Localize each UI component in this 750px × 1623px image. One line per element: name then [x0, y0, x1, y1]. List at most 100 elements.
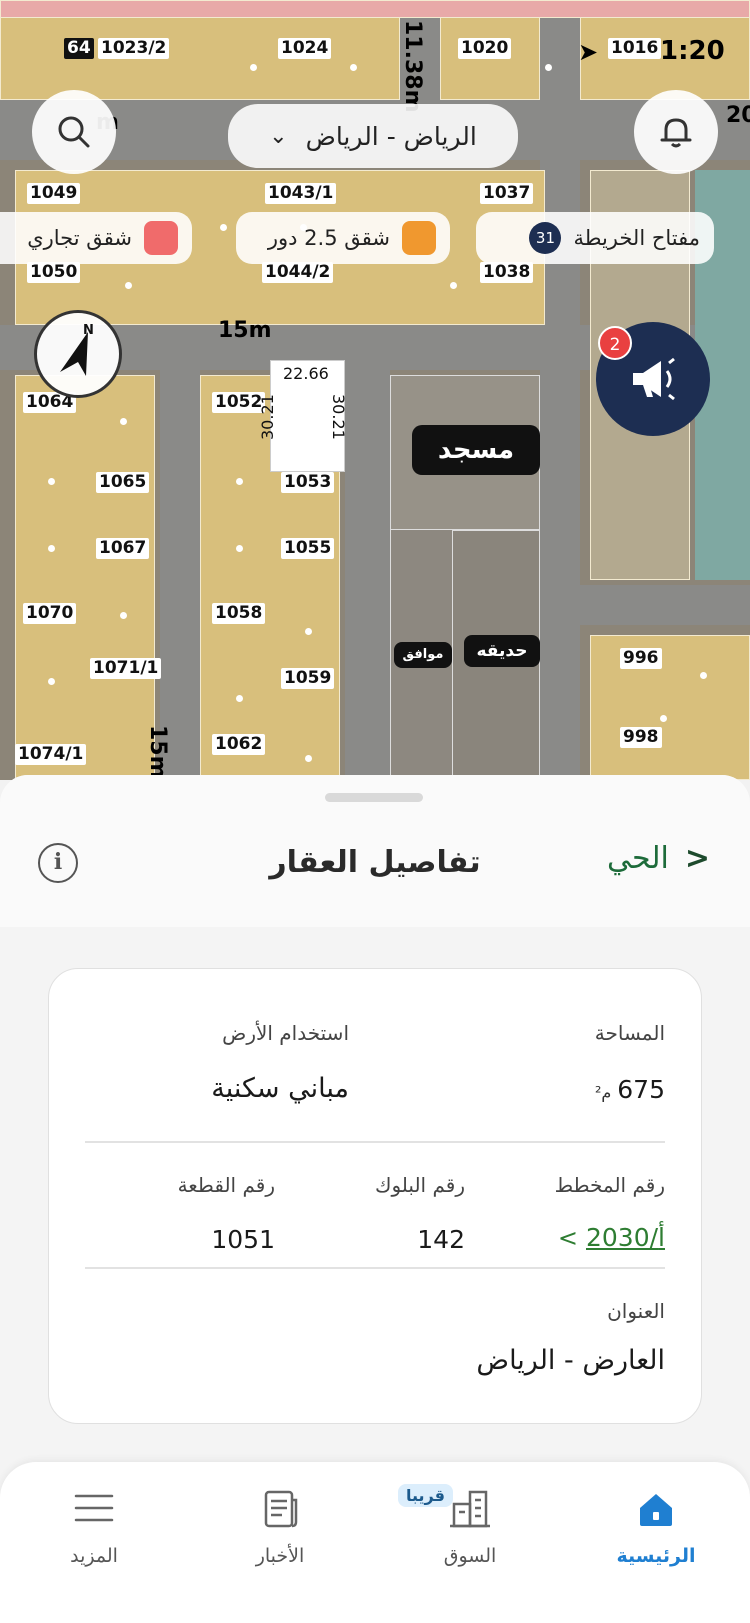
legend-item[interactable]: شقق 2.5 دور: [236, 212, 450, 264]
street-width-label: 15m: [145, 725, 170, 779]
lot-label[interactable]: 1055: [281, 538, 335, 559]
area-number: 675: [617, 1075, 665, 1104]
mosque-tag[interactable]: مسجد: [412, 425, 540, 475]
city-selector[interactable]: ⌄ الرياض - الرياض: [228, 104, 518, 168]
lot-centroid: [48, 678, 55, 685]
lot-label[interactable]: 1071/1: [90, 658, 162, 679]
lot-label[interactable]: 1050: [27, 262, 81, 283]
megaphone-icon: [633, 357, 675, 401]
lot-centroid: [120, 612, 127, 619]
street-width-label: 20: [726, 103, 750, 128]
tab-home[interactable]: الرئيسية: [576, 1462, 736, 1582]
lot-centroid: [545, 64, 552, 71]
address-value: العارض - الرياض: [476, 1345, 665, 1376]
chevron-left-icon: <: [557, 1223, 578, 1252]
area-value: م² 675: [595, 1075, 665, 1104]
buildings-icon: [450, 1490, 490, 1528]
menu-icon: [74, 1494, 114, 1522]
approved-tag: موافق: [394, 642, 452, 668]
sheet-header: i تفاصيل العقار الحي >: [0, 775, 750, 927]
city-selector-label: الرياض - الرياض: [305, 121, 477, 151]
plan-link[interactable]: < 2030/أ: [558, 1223, 665, 1252]
announcement-count-badge: 2: [598, 326, 632, 360]
divider: [85, 1267, 665, 1269]
notifications-button[interactable]: [634, 90, 718, 174]
block-label: رقم البلوك: [374, 1173, 465, 1197]
status-fragment: 64: [64, 38, 94, 59]
lot-label[interactable]: 1024: [278, 38, 332, 59]
lot-label[interactable]: 1070: [23, 603, 77, 624]
lot-label[interactable]: 1074/1: [15, 744, 87, 765]
lot-centroid: [48, 545, 55, 552]
property-details-card: المساحة استخدام الأرض م² 675 مباني سكنية…: [48, 968, 702, 1424]
map-block: [15, 375, 155, 780]
dimension-label: 30.21: [258, 394, 277, 440]
lot-centroid: [236, 478, 243, 485]
bell-icon: [660, 118, 692, 148]
road: [580, 585, 750, 625]
lot-label[interactable]: 1016: [608, 38, 662, 59]
lot-centroid: [700, 672, 707, 679]
parcel-value: 1051: [211, 1225, 275, 1254]
map-key-count: 31: [529, 222, 562, 254]
search-button[interactable]: [32, 90, 116, 174]
lot-centroid: [250, 64, 257, 71]
chevron-right-icon: >: [684, 841, 710, 876]
home-icon: [640, 1494, 672, 1526]
lot-centroid: [120, 418, 127, 425]
lot-label[interactable]: 998: [620, 727, 662, 748]
road: [160, 325, 200, 780]
lot-label[interactable]: 996: [620, 648, 662, 669]
lot-centroid: [48, 478, 55, 485]
compass-button[interactable]: N: [34, 310, 122, 398]
lot-label[interactable]: 1049: [27, 183, 81, 204]
legend-swatch: [144, 221, 178, 255]
lot-label[interactable]: 1065: [96, 472, 150, 493]
tab-home-label: الرئيسية: [616, 1545, 696, 1567]
lot-centroid: [350, 64, 357, 71]
tab-news[interactable]: الأخبار: [200, 1462, 360, 1582]
dimension-label: 22.66: [283, 364, 329, 383]
divider: [85, 1141, 665, 1143]
lot-centroid: [220, 224, 227, 231]
map-key-button[interactable]: 31 مفتاح الخريطة: [476, 212, 714, 264]
plan-label: رقم المخطط: [554, 1173, 665, 1197]
tab-more-label: المزيد: [70, 1545, 118, 1567]
parcel-label: رقم القطعة: [177, 1173, 275, 1197]
land-use-label: استخدام الأرض: [222, 1021, 349, 1045]
lot-label[interactable]: 1038: [480, 262, 534, 283]
lot-label[interactable]: 1037: [480, 183, 534, 204]
lot-label[interactable]: 1059: [281, 668, 335, 689]
coming-soon-badge: قريبا: [398, 1484, 453, 1507]
land-use-value: مباني سكنية: [211, 1073, 349, 1104]
map-view[interactable]: 1024 1020 1016 1049 1043/1 1037 1050 104…: [0, 0, 750, 780]
lot-label[interactable]: 1020: [458, 38, 512, 59]
map-block: [0, 0, 750, 18]
tab-market[interactable]: السوق: [390, 1462, 550, 1582]
legend-item[interactable]: شقق تجاري: [0, 212, 192, 264]
lot-centroid: [236, 695, 243, 702]
dimension-label: 30.21: [329, 394, 348, 440]
compass-arrow-icon: [60, 332, 88, 376]
news-document-icon: [264, 1490, 298, 1528]
lot-label[interactable]: 1062: [212, 734, 266, 755]
legend-swatch: [402, 221, 436, 255]
plan-value: 2030/أ: [586, 1223, 665, 1252]
lot-label[interactable]: 1053: [281, 472, 335, 493]
sheet-drag-handle[interactable]: [325, 793, 423, 802]
tab-more[interactable]: المزيد: [14, 1462, 174, 1582]
lot-centroid: [660, 715, 667, 722]
status-fragment: 1023/2: [98, 38, 170, 59]
lot-label[interactable]: 1043/1: [265, 183, 337, 204]
lot-label[interactable]: 1044/2: [262, 262, 334, 283]
area-unit: م²: [594, 1083, 612, 1102]
road: [540, 0, 580, 780]
lot-label[interactable]: 1067: [96, 538, 150, 559]
street-width-label: 15m: [218, 318, 272, 343]
park-tag[interactable]: حديقه: [464, 635, 540, 667]
lot-centroid: [125, 282, 132, 289]
street-width-label: 11.38m: [400, 20, 425, 113]
neighborhood-link[interactable]: الحي >: [607, 841, 710, 876]
lot-label[interactable]: 1058: [212, 603, 266, 624]
lot-centroid: [305, 628, 312, 635]
